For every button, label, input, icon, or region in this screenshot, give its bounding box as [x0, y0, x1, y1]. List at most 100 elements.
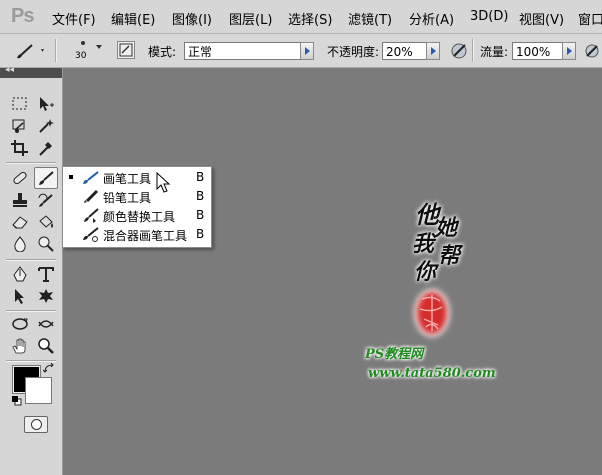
tool-magic-wand[interactable] [35, 116, 57, 136]
menu-view[interactable]: 视图(V) [519, 9, 564, 28]
shape-star-icon [39, 289, 53, 303]
magic-wand-icon [39, 119, 54, 133]
tool-move[interactable] [35, 94, 57, 114]
blur-drop-icon [14, 236, 26, 252]
watermark-url: www.tata580.com [368, 366, 496, 381]
flyout-item-mixer-brush[interactable]: 混合器画笔工具 B [63, 225, 211, 244]
stamp-icon [13, 193, 27, 207]
brush-tip-icon [81, 41, 85, 45]
flyout-item-brush[interactable]: 画笔工具 B [63, 168, 211, 187]
brush-size-picker[interactable]: 30 [66, 37, 108, 65]
tool-paint-bucket[interactable] [35, 212, 57, 232]
3d-rotate-icon [12, 318, 28, 330]
tool-zoom[interactable] [35, 336, 57, 356]
3d-orbit-icon [38, 320, 54, 328]
tool-custom-shape[interactable] [35, 286, 57, 306]
tool-blur[interactable] [9, 234, 31, 254]
tools-separator [6, 360, 56, 362]
app-logo: Ps [11, 5, 34, 27]
tools-panel-header[interactable]: ◂◂ [0, 65, 62, 78]
watermark-site-name: PS教程网 [365, 347, 424, 362]
flow-value: 100% [516, 45, 551, 59]
zoom-icon [38, 338, 54, 354]
tool-path-selection[interactable] [9, 286, 31, 306]
mode-dropdown-button[interactable] [300, 42, 314, 60]
tool-dodge[interactable] [35, 234, 57, 254]
brush-icon [83, 171, 99, 184]
menu-file[interactable]: 文件(F) [52, 9, 96, 28]
flyout-item-label: 画笔工具 [103, 172, 152, 186]
menu-bar: Ps 文件(F) 编辑(E) 图像(I) 图层(L) 选择(S) 滤镜(T) 分… [0, 0, 602, 34]
pressure-opacity-button[interactable] [448, 40, 470, 62]
options-bar: 30 模式: 正常 不透明度: 20% 流量: 100% [0, 34, 602, 68]
menu-filter[interactable]: 滤镜(T) [348, 9, 392, 28]
calligraphy-char: 她 [435, 215, 460, 241]
tools-separator [6, 162, 56, 164]
tools-panel: ◂◂ [0, 65, 63, 475]
tool-3d-rotate[interactable] [9, 314, 31, 334]
menu-edit[interactable]: 编辑(E) [111, 9, 155, 28]
shortcut-key: B [196, 227, 205, 241]
tool-type[interactable] [35, 264, 57, 284]
flow-input[interactable]: 100% [512, 42, 564, 60]
mode-label: 模式: [148, 45, 177, 59]
tool-eraser[interactable] [9, 212, 31, 232]
tool-healing-brush[interactable] [9, 168, 31, 188]
flyout-item-pencil[interactable]: 铅笔工具 B [63, 187, 211, 206]
tool-brush[interactable] [34, 167, 58, 189]
menu-analysis[interactable]: 分析(A) [409, 9, 454, 28]
tool-pen[interactable] [9, 264, 31, 284]
eraser-icon [12, 216, 28, 229]
quick-mask-button[interactable] [24, 416, 48, 433]
crop-icon [11, 140, 28, 156]
flyout-item-label: 混合器画笔工具 [103, 229, 188, 243]
menu-layer[interactable]: 图层(L) [229, 9, 272, 28]
type-icon [38, 267, 54, 282]
tool-crop[interactable] [9, 138, 31, 158]
chevron-down-icon [96, 45, 102, 49]
opacity-value: 20% [386, 45, 413, 59]
tool-eyedropper[interactable] [35, 138, 57, 158]
default-colors-icon[interactable] [11, 395, 23, 407]
brush-tools-flyout: 画笔工具 B 铅笔工具 B 颜色替换工具 B 混合器画笔工具 B [62, 166, 212, 248]
flyout-item-color-replacement[interactable]: 颜色替换工具 B [63, 206, 211, 225]
menu-select[interactable]: 选择(S) [288, 9, 332, 28]
menu-image[interactable]: 图像(I) [172, 9, 212, 28]
calligraphy-char: 你 [414, 259, 440, 285]
opacity-slider-button[interactable] [426, 42, 440, 60]
tool-clone-stamp[interactable] [9, 190, 31, 210]
red-seal-icon [414, 289, 450, 337]
lasso-icon [12, 119, 25, 133]
shortcut-key: B [196, 189, 205, 203]
tool-preset-picker[interactable] [8, 39, 48, 61]
background-color-swatch[interactable] [25, 377, 52, 404]
brush-panel-icon [119, 43, 133, 57]
dodge-icon [38, 236, 54, 252]
tablet-pressure-icon [451, 43, 467, 59]
opacity-label: 不透明度: [327, 45, 380, 59]
airbrush-button[interactable] [582, 40, 602, 62]
menu-3d[interactable]: 3D(D) [470, 9, 508, 24]
tool-lasso[interactable] [9, 116, 31, 136]
menu-window[interactable]: 窗口 [578, 9, 602, 28]
pencil-icon [84, 189, 99, 203]
tool-marquee[interactable] [9, 94, 31, 114]
opacity-input[interactable]: 20% [382, 42, 428, 60]
shortcut-key: B [196, 208, 205, 222]
tool-history-brush[interactable] [35, 190, 57, 210]
brush-panel-toggle[interactable] [117, 41, 135, 59]
mode-value: 正常 [188, 45, 213, 59]
flow-slider-button[interactable] [562, 42, 576, 60]
mouse-cursor-icon [156, 172, 171, 193]
move-icon [40, 97, 54, 111]
swap-colors-icon[interactable] [43, 363, 55, 374]
options-separator [55, 39, 57, 62]
selected-bullet-icon [69, 175, 73, 179]
hand-icon [12, 338, 26, 354]
brush-icon [39, 171, 54, 185]
tool-3d-orbit[interactable] [35, 314, 57, 334]
collapse-icon: ◂◂ [5, 65, 15, 75]
path-select-icon [15, 289, 24, 304]
mode-select[interactable]: 正常 [184, 42, 314, 60]
tool-hand[interactable] [9, 336, 31, 356]
